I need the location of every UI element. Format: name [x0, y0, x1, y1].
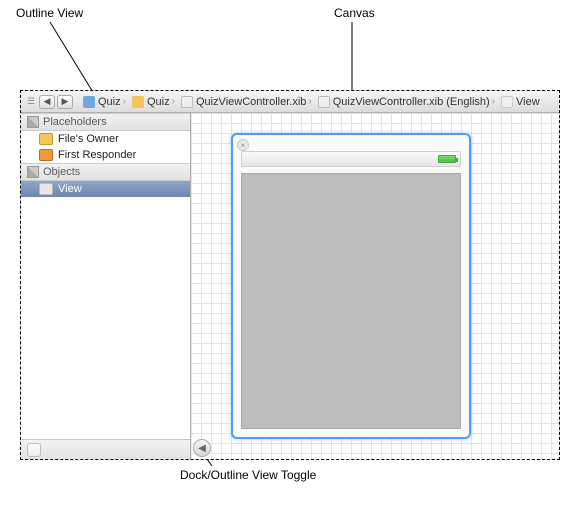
xib-icon [318, 96, 330, 108]
outline-view-panel: Placeholders File's Owner First Responde… [21, 113, 191, 459]
canvas-area[interactable]: × ◀ [191, 113, 559, 459]
forward-button[interactable]: ▶ [57, 95, 73, 109]
view-icon [39, 183, 53, 195]
outline-row-files-owner[interactable]: File's Owner [21, 131, 190, 147]
first-responder-icon [39, 149, 53, 161]
view-frame[interactable]: × [231, 133, 471, 439]
crumb-label: QuizViewController.xib [196, 96, 306, 108]
folder-icon [132, 96, 144, 108]
outline-footer [21, 439, 190, 459]
outline-row-view[interactable]: View [21, 181, 190, 197]
chevron-right-icon: › [172, 96, 175, 107]
row-label: First Responder [58, 149, 136, 161]
annotation-outline-view: Outline View [16, 6, 83, 20]
close-icon[interactable]: × [237, 139, 249, 151]
crumb-label: View [516, 96, 540, 108]
section-label: Placeholders [43, 116, 107, 128]
nav-buttons: ☰ ◀ ▶ [25, 95, 75, 109]
chevron-right-icon: › [492, 96, 495, 107]
placeholders-header: Placeholders [21, 113, 190, 131]
section-label: Objects [43, 166, 80, 178]
crumb-label: Quiz [147, 96, 170, 108]
crumb-label: Quiz [98, 96, 121, 108]
objects-icon [27, 166, 39, 178]
breadcrumb-item-xib-lang[interactable]: QuizViewController.xib (English) › [316, 96, 499, 108]
filter-icon[interactable] [27, 443, 41, 457]
view-body [241, 173, 461, 429]
outline-row-first-responder[interactable]: First Responder [21, 147, 190, 163]
interface-builder-window: ☰ ◀ ▶ Quiz › Quiz › QuizViewController.x… [20, 90, 560, 460]
placeholders-icon [27, 116, 39, 128]
back-button[interactable]: ◀ [39, 95, 55, 109]
project-icon [83, 96, 95, 108]
row-label: View [58, 183, 82, 195]
xib-icon [181, 96, 193, 108]
status-bar [241, 151, 461, 167]
chevron-right-icon: › [308, 96, 311, 107]
breadcrumb-item-project[interactable]: Quiz › [81, 96, 130, 108]
editor-body: Placeholders File's Owner First Responde… [21, 113, 559, 459]
battery-icon [438, 155, 456, 163]
annotation-dock-toggle: Dock/Outline View Toggle [180, 468, 316, 482]
view-icon [501, 96, 513, 108]
chevron-right-icon: › [123, 96, 126, 107]
dock-outline-toggle[interactable]: ◀ [193, 439, 211, 457]
breadcrumb-item-view[interactable]: View [499, 96, 542, 108]
breadcrumb-item-folder[interactable]: Quiz › [130, 96, 179, 108]
annotation-canvas: Canvas [334, 6, 375, 20]
objects-header: Objects [21, 163, 190, 181]
breadcrumb-item-xib[interactable]: QuizViewController.xib › [179, 96, 316, 108]
breadcrumb-toolbar: ☰ ◀ ▶ Quiz › Quiz › QuizViewController.x… [21, 91, 559, 113]
crumb-label: QuizViewController.xib (English) [333, 96, 490, 108]
related-items-icon[interactable]: ☰ [25, 95, 37, 109]
row-label: File's Owner [58, 133, 119, 145]
outline-list: Placeholders File's Owner First Responde… [21, 113, 190, 439]
files-owner-icon [39, 133, 53, 145]
